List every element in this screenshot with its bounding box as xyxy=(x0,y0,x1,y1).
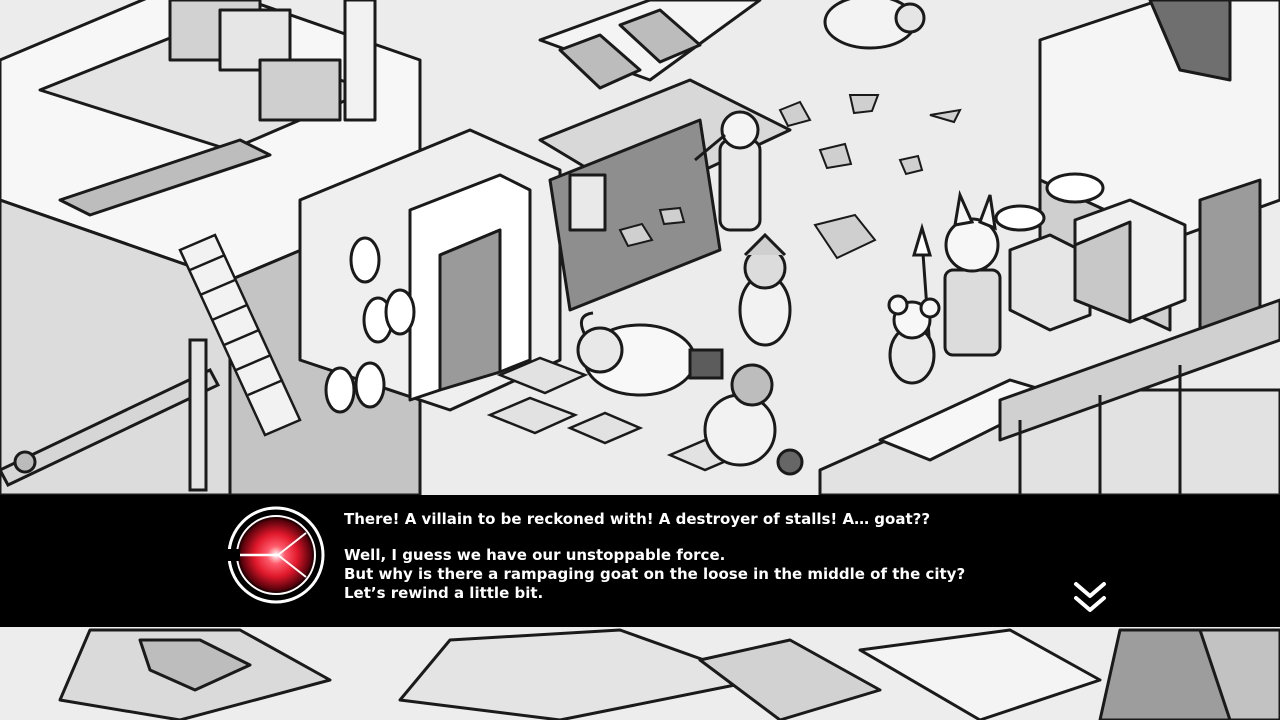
double-chevron-down-icon xyxy=(1074,582,1106,612)
dialogue-line-2: Well, I guess we have our unstoppable fo… xyxy=(344,546,726,564)
mouse-character xyxy=(887,294,941,385)
dialogue-line-3: But why is there a rampaging goat on the… xyxy=(344,565,966,583)
red-glow-orb-icon xyxy=(226,506,325,604)
dialogue-line-4: Let’s rewind a little bit. xyxy=(344,584,544,602)
advance-dialogue-button[interactable] xyxy=(1070,580,1110,616)
lower-street xyxy=(0,627,1280,720)
armored-knight-character xyxy=(738,232,792,347)
speaker-portrait xyxy=(226,505,326,605)
dialogue-line-1: There! A villain to be reckoned with! A … xyxy=(344,510,931,528)
dialogue-text: There! A villain to be reckoned with! A … xyxy=(344,510,1044,603)
dialogue-box[interactable]: There! A villain to be reckoned with! A … xyxy=(0,495,1280,627)
